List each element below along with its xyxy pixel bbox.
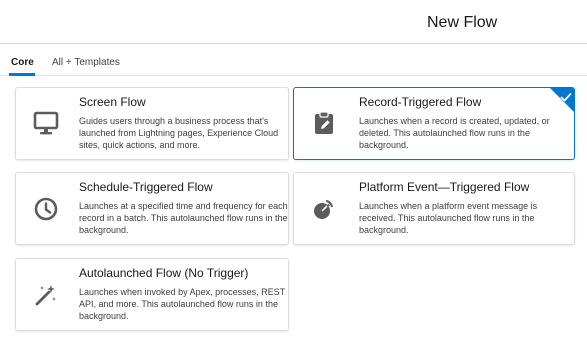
- card-title: Autolaunched Flow (No Trigger): [79, 266, 249, 280]
- card-title: Record-Triggered Flow: [359, 95, 482, 109]
- flow-card-schedule-triggered-flow[interactable]: Schedule-Triggered Flow Launches at a sp…: [15, 172, 289, 245]
- clock-icon: [33, 196, 59, 222]
- card-description: Launches when a platform event message i…: [359, 201, 538, 235]
- tab-core[interactable]: Core: [11, 57, 34, 68]
- page-title: New Flow: [427, 14, 498, 31]
- flow-card-screen-flow[interactable]: Screen Flow Guides users through a busin…: [15, 87, 289, 160]
- flow-type-tabs: Core All + Templates: [0, 44, 587, 76]
- magic-wand-icon: [33, 282, 59, 308]
- modal-header: New Flow: [0, 0, 587, 44]
- checkmark-icon: [560, 89, 572, 102]
- flow-card-record-triggered-flow[interactable]: Record-Triggered Flow Launches when a re…: [293, 87, 575, 160]
- card-description: Guides users through a business process …: [79, 116, 279, 150]
- card-title: Schedule-Triggered Flow: [79, 180, 213, 194]
- card-title: Platform Event—Triggered Flow: [359, 180, 530, 194]
- platform-event-icon: [311, 196, 337, 222]
- tab-all-templates[interactable]: All + Templates: [52, 57, 120, 68]
- card-title: Screen Flow: [79, 95, 146, 109]
- flow-card-platform-event-triggered-flow[interactable]: Platform Event—Triggered Flow Launches w…: [293, 172, 575, 245]
- active-tab-indicator: [9, 73, 35, 76]
- card-description: Launches when a record is created, updat…: [359, 116, 550, 150]
- desktop-monitor-icon: [33, 110, 59, 136]
- card-description: Launches when invoked by Apex, processes…: [79, 287, 285, 321]
- flow-card-autolaunched-flow[interactable]: Autolaunched Flow (No Trigger) Launches …: [15, 258, 289, 331]
- card-description: Launches at a specified time and frequen…: [79, 201, 288, 235]
- clipboard-record-icon: [311, 110, 337, 136]
